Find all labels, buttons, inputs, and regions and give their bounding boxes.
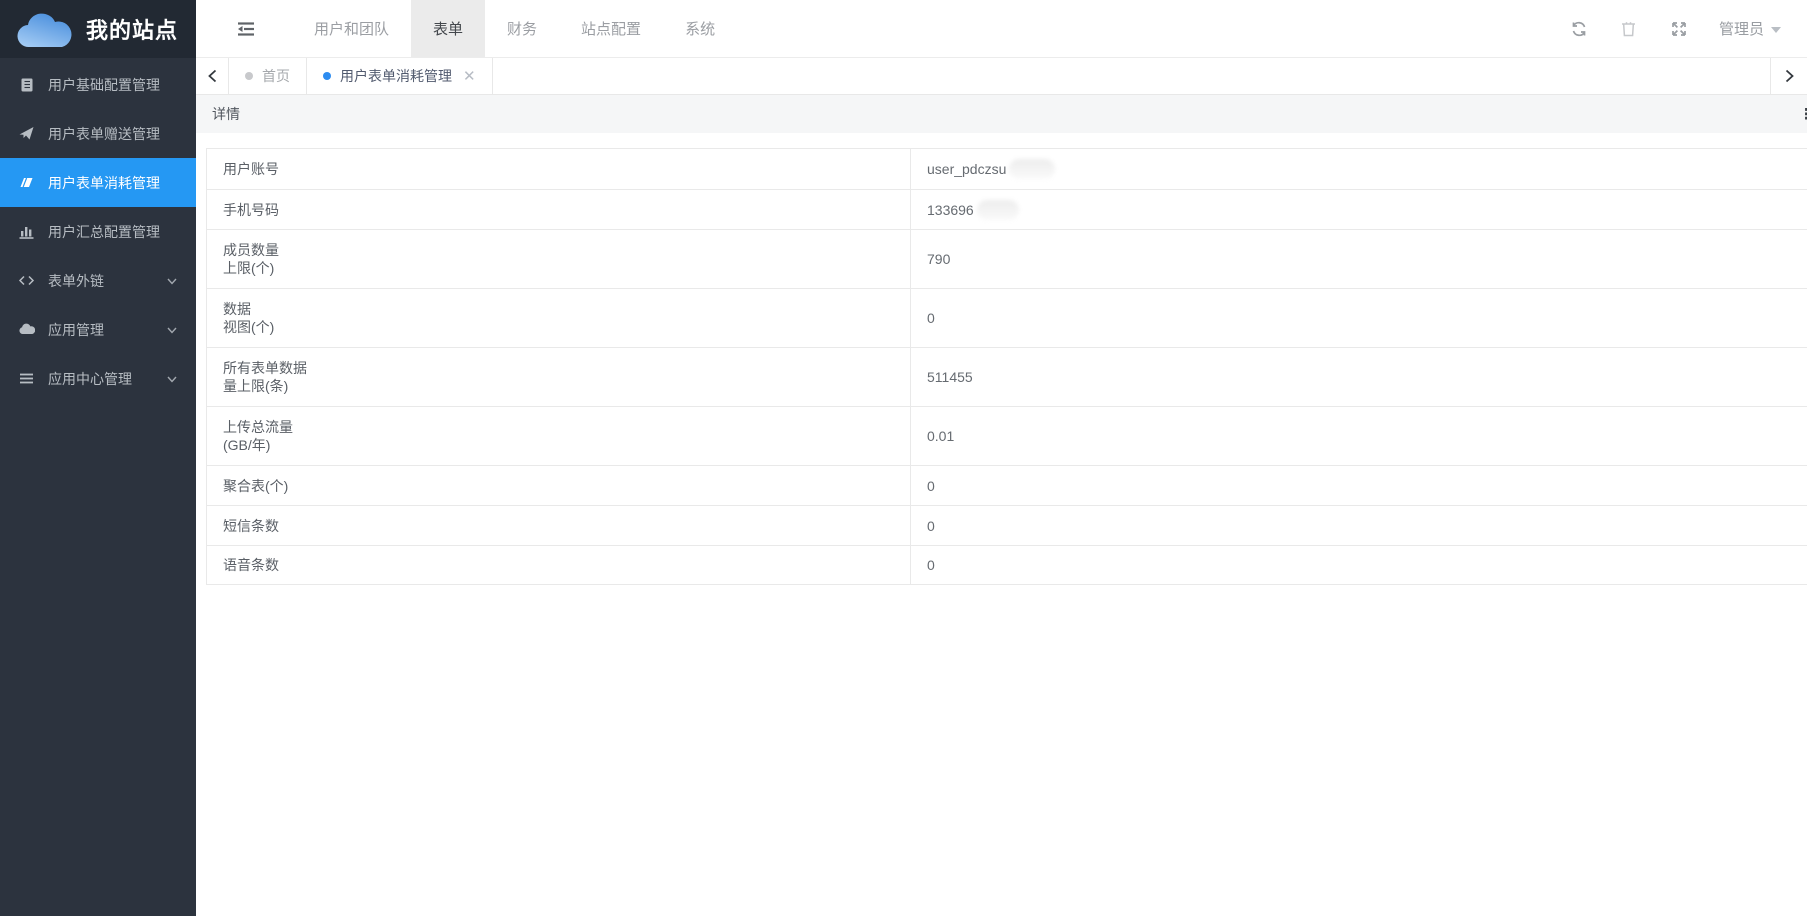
nav-item-users-teams[interactable]: 用户和团队: [292, 0, 411, 57]
sidebar-item-label: 用户表单消耗管理: [48, 173, 178, 193]
chevron-down-icon: [166, 324, 178, 336]
tab-strip-spacer: [493, 58, 1770, 94]
tab-home[interactable]: 首页: [229, 58, 307, 94]
table-row: 语音条数 0: [207, 546, 1807, 585]
redacted-blur: [977, 200, 1019, 220]
sidebar: 我的站点 用户基础配置管理 用户表单赠送管理 用户表单消耗管理 用户汇总配置管: [0, 0, 196, 916]
sidebar-item-label: 应用管理: [48, 320, 166, 340]
main-area: 用户和团队 表单 财务 站点配置 系统 管理员: [196, 0, 1807, 916]
row-value: 133696: [911, 190, 1807, 229]
row-label: 聚合表(个): [207, 466, 911, 505]
row-label: 上传总流量(GB/年): [207, 407, 911, 465]
row-label: 短信条数: [207, 506, 911, 545]
table-row: 手机号码 133696: [207, 190, 1807, 230]
chevron-down-icon: [166, 373, 178, 385]
tab-label: 用户表单消耗管理: [340, 66, 452, 86]
redacted-blur: [1009, 159, 1055, 179]
trash-icon[interactable]: [1619, 19, 1639, 39]
top-nav-tools: 管理员: [1569, 18, 1807, 39]
sidebar-item-user-form-gift[interactable]: 用户表单赠送管理: [0, 109, 196, 158]
nav-item-site-config[interactable]: 站点配置: [559, 0, 663, 57]
row-value: 0: [911, 466, 1807, 505]
admin-user-label: 管理员: [1719, 18, 1764, 39]
fullscreen-icon[interactable]: [1669, 19, 1689, 39]
top-nav-items: 用户和团队 表单 财务 站点配置 系统: [292, 0, 737, 57]
row-label: 手机号码: [207, 190, 911, 229]
tabs-scroll-left-icon[interactable]: [196, 58, 229, 94]
row-label: 所有表单数据量上限(条): [207, 348, 911, 406]
nav-item-system[interactable]: 系统: [663, 0, 737, 57]
admin-user-menu[interactable]: 管理员: [1719, 18, 1781, 39]
row-label: 用户账号: [207, 149, 911, 189]
sidebar-item-label: 用户基础配置管理: [48, 75, 178, 95]
table-row: 成员数量上限(个) 790: [207, 230, 1807, 289]
refresh-icon[interactable]: [1569, 19, 1589, 39]
sidebar-item-label: 用户表单赠送管理: [48, 124, 178, 144]
cloud-icon: [18, 321, 35, 338]
send-icon: [18, 125, 35, 142]
code-icon: [18, 272, 35, 289]
row-value: 790: [911, 230, 1807, 288]
table-row: 用户账号 user_pdczsu: [207, 149, 1807, 190]
tab-user-form-consume[interactable]: 用户表单消耗管理 ✕: [307, 58, 493, 94]
sidebar-item-form-external-link[interactable]: 表单外链: [0, 256, 196, 305]
chevron-down-icon: [166, 275, 178, 287]
sidebar-item-label: 用户汇总配置管理: [48, 222, 178, 242]
tab-label: 首页: [262, 66, 290, 86]
row-value: 0.01: [911, 407, 1807, 465]
detail-table: 用户账号 user_pdczsu 手机号码 133696 成员数量上限(个) 7…: [206, 148, 1807, 585]
tab-status-dot: [245, 72, 253, 80]
table-row: 聚合表(个) 0: [207, 466, 1807, 506]
table-row: 所有表单数据量上限(条) 511455: [207, 348, 1807, 407]
sidebar-item-user-form-consume[interactable]: 用户表单消耗管理: [0, 158, 196, 207]
row-value: 0: [911, 506, 1807, 545]
top-nav: 用户和团队 表单 财务 站点配置 系统 管理员: [196, 0, 1807, 58]
row-label: 成员数量上限(个): [207, 230, 911, 288]
bar-chart-icon: [18, 223, 35, 240]
sidebar-item-user-summary-config[interactable]: 用户汇总配置管理: [0, 207, 196, 256]
tab-status-dot: [323, 72, 331, 80]
sidebar-item-user-basic-config[interactable]: 用户基础配置管理: [0, 60, 196, 109]
table-row: 短信条数 0: [207, 506, 1807, 546]
sidebar-item-label: 应用中心管理: [48, 369, 166, 389]
tab-strip: 首页 用户表单消耗管理 ✕: [196, 58, 1807, 95]
more-vertical-icon[interactable]: ⋮: [1799, 107, 1807, 122]
eraser-icon: [18, 174, 35, 191]
row-label: 数据视图(个): [207, 289, 911, 347]
table-row: 数据视图(个) 0: [207, 289, 1807, 348]
site-name: 我的站点: [86, 13, 178, 45]
row-value: 0: [911, 546, 1807, 584]
site-logo[interactable]: 我的站点: [0, 0, 196, 58]
row-label: 语音条数: [207, 546, 911, 584]
sidebar-menu: 用户基础配置管理 用户表单赠送管理 用户表单消耗管理 用户汇总配置管理 表单外链: [0, 58, 196, 403]
sidebar-collapse-icon[interactable]: [234, 17, 258, 41]
tab-close-icon[interactable]: ✕: [463, 69, 476, 84]
nav-item-finance[interactable]: 财务: [485, 0, 559, 57]
sidebar-item-app-management[interactable]: 应用管理: [0, 305, 196, 354]
tabs-scroll-right-icon[interactable]: [1770, 58, 1807, 94]
row-value: user_pdczsu: [911, 149, 1807, 189]
detail-header: 详情 ⋮: [196, 95, 1807, 133]
row-value: 0: [911, 289, 1807, 347]
table-row: 上传总流量(GB/年) 0.01: [207, 407, 1807, 466]
sidebar-item-label: 表单外链: [48, 271, 166, 291]
detail-title: 详情: [212, 104, 240, 124]
row-value: 511455: [911, 348, 1807, 406]
cloud-logo-icon: [14, 9, 72, 49]
sidebar-item-app-center-management[interactable]: 应用中心管理: [0, 354, 196, 403]
nav-item-forms[interactable]: 表单: [411, 0, 485, 57]
chevron-down-icon: [1771, 27, 1781, 33]
book-icon: [18, 76, 35, 93]
list-icon: [18, 370, 35, 387]
